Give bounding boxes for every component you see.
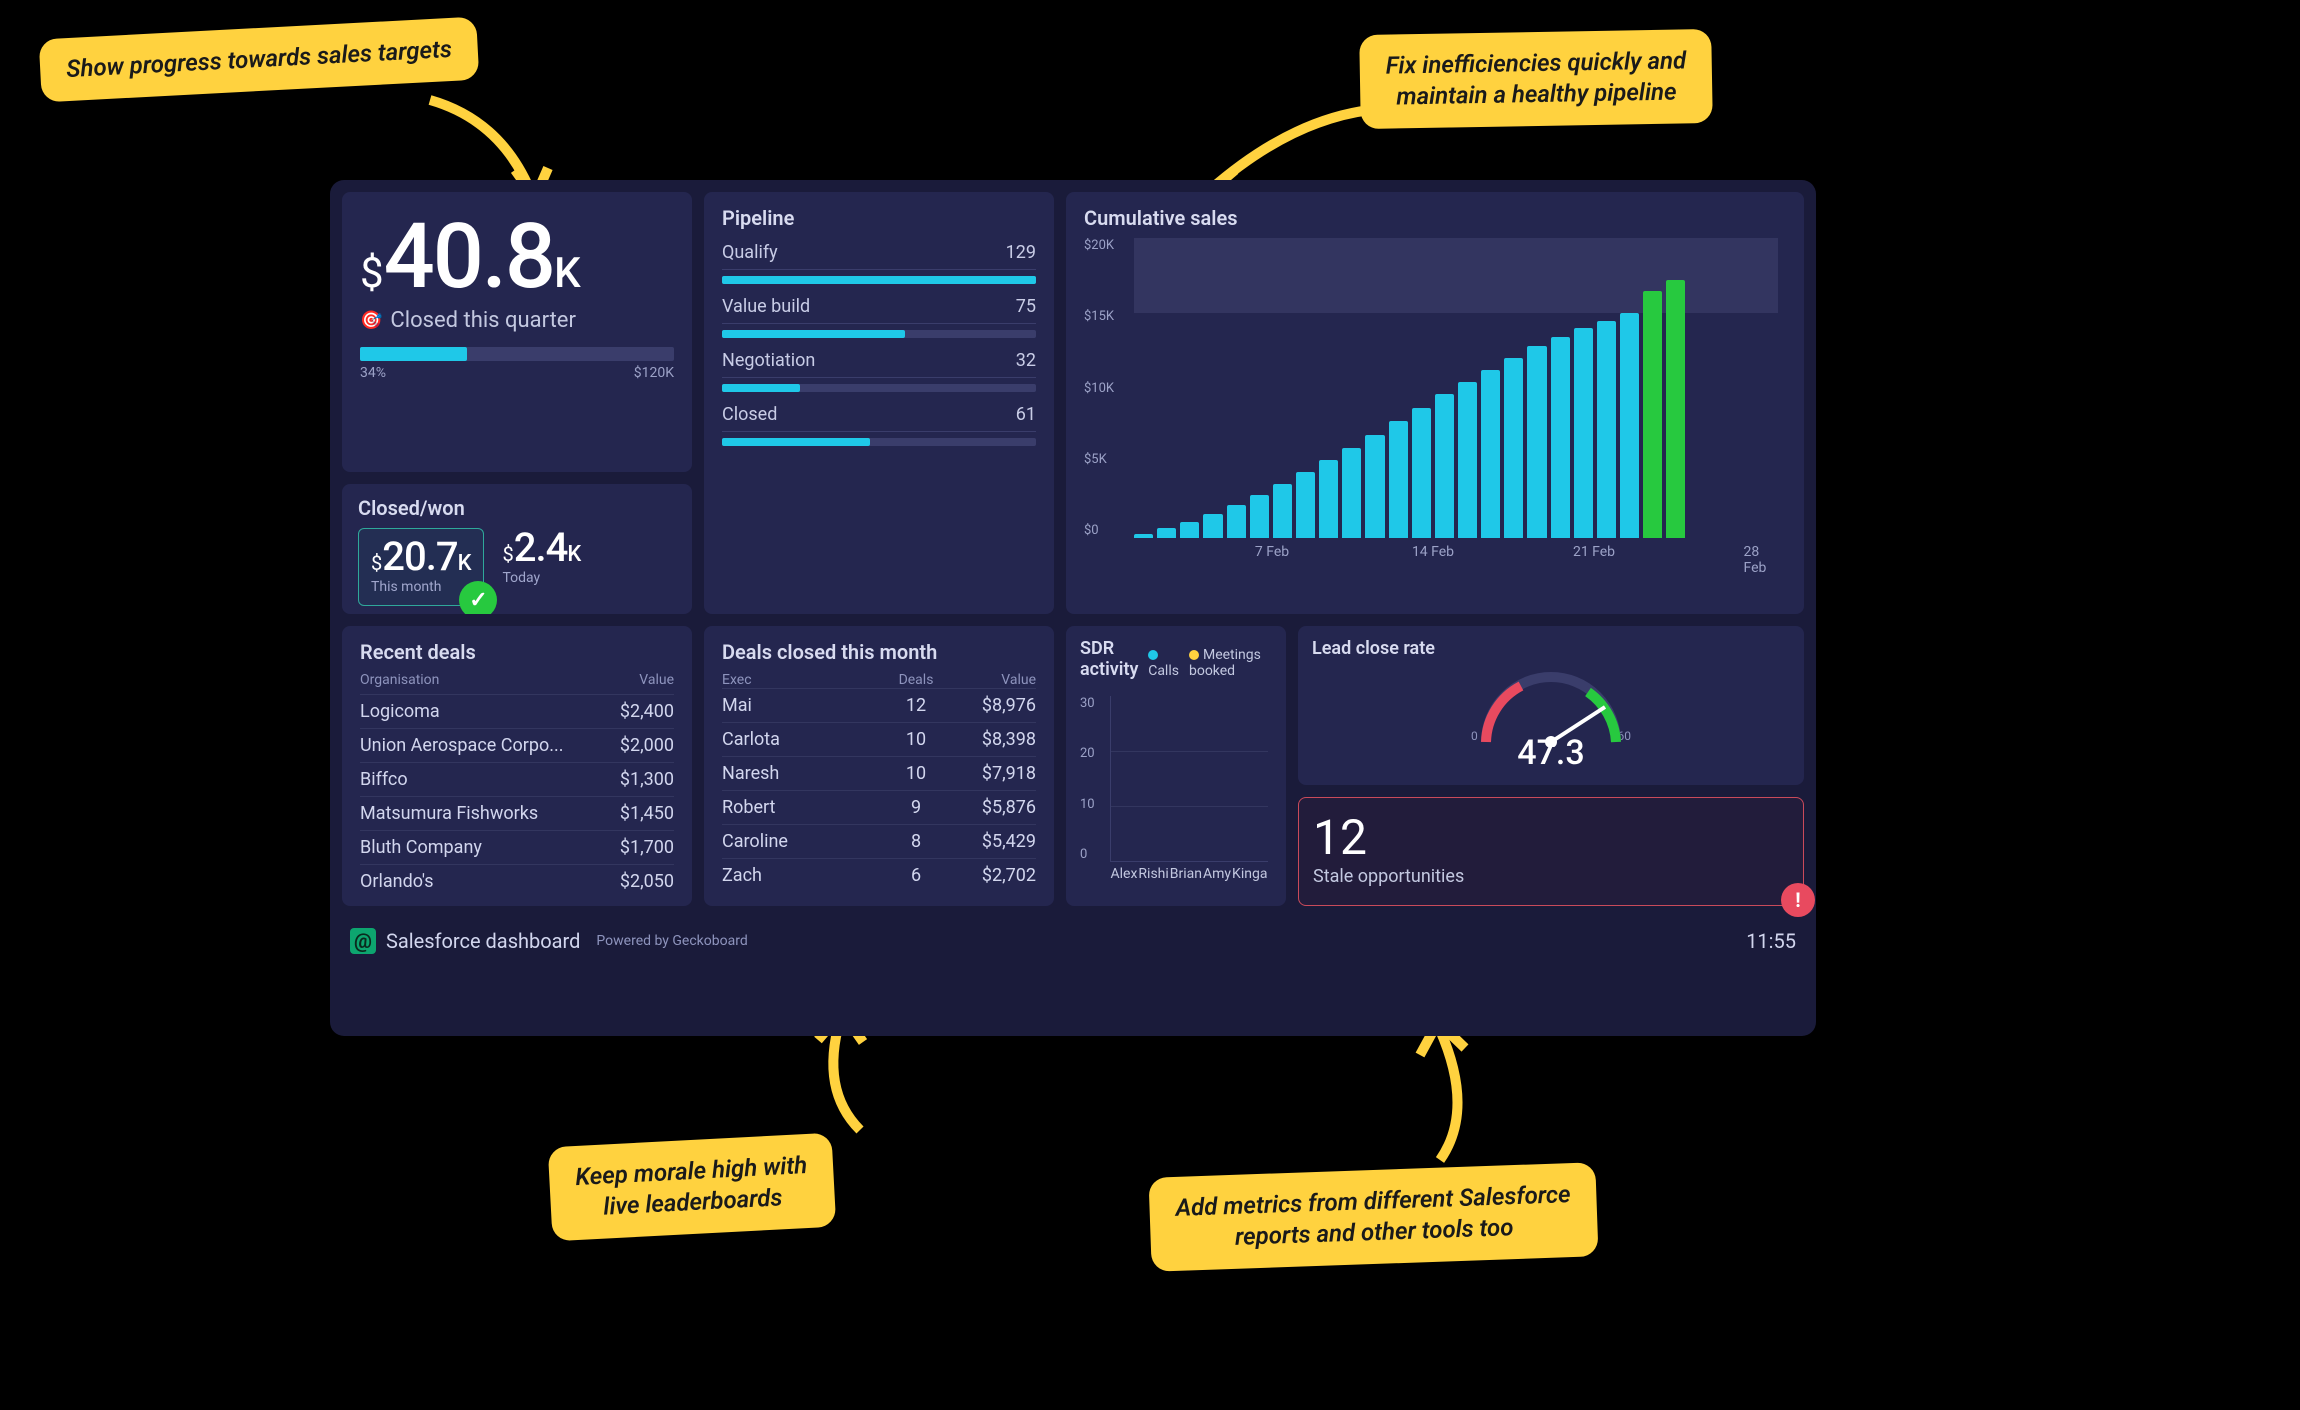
footer-title: Salesforce dashboard — [386, 929, 580, 953]
bar — [1435, 394, 1454, 538]
card-title: Deals closed this month — [722, 640, 1036, 664]
bar — [1319, 460, 1338, 538]
card-title: SDR activity — [1080, 638, 1148, 680]
pipeline-stage: Negotiation32 — [722, 350, 1036, 392]
geckoboard-logo-icon: @ — [350, 928, 376, 954]
bar — [1412, 408, 1431, 539]
table-row: Biffco$1,300 — [360, 762, 674, 796]
bar — [1180, 522, 1199, 539]
bar — [1504, 358, 1523, 538]
bar — [1203, 514, 1222, 538]
table-row: Carlota10$8,398 — [722, 722, 1036, 756]
bar — [1666, 280, 1685, 538]
table-row: Bluth Company$1,700 — [360, 830, 674, 864]
pipeline-stage: Value build75 — [722, 296, 1036, 338]
target-icon: 🎯 — [360, 310, 382, 331]
table-row: Matsumura Fishworks$1,450 — [360, 796, 674, 830]
card-title: Pipeline — [722, 206, 1036, 230]
table-row: Robert9$5,876 — [722, 790, 1036, 824]
bar — [1389, 421, 1408, 538]
table-row: Caroline8$5,429 — [722, 824, 1036, 858]
card-stale-opportunities: 12 Stale opportunities ! — [1298, 797, 1804, 906]
bar — [1157, 528, 1176, 539]
bar — [1227, 505, 1246, 538]
closed-won-month: $20.7K This month ✓ — [358, 528, 484, 606]
card-title: Recent deals — [360, 640, 674, 664]
dashboard-footer: @ Salesforce dashboard Powered by Geckob… — [342, 918, 1804, 964]
card-sdr-activity: SDR activity Calls Meetings booked 30201… — [1066, 626, 1286, 906]
dashboard: $ 40.8 K 🎯 Closed this quarter 34% $120K… — [330, 180, 1816, 1036]
callout-metrics: Add metrics from different Salesforce re… — [1148, 1162, 1598, 1272]
card-cumulative-sales: Cumulative sales $20K$15K$10K$5K$0 7 Feb… — [1066, 192, 1804, 614]
card-closed-won: Closed/won $20.7K This month ✓ $2.4K Tod… — [342, 484, 692, 614]
stale-value: 12 — [1313, 814, 1789, 862]
check-icon: ✓ — [459, 581, 497, 614]
bar — [1134, 534, 1153, 539]
bar — [1481, 370, 1500, 538]
table-row: Logicoma$2,400 — [360, 694, 674, 728]
progress-bar — [360, 347, 674, 361]
bar — [1458, 382, 1477, 538]
footer-time: 11:55 — [1746, 929, 1796, 953]
closed-won-today: $2.4K Today — [502, 528, 581, 586]
footer-subtitle: Powered by Geckoboard — [596, 933, 747, 949]
stale-label: Stale opportunities — [1313, 866, 1789, 887]
bar — [1643, 291, 1662, 539]
table-row: Union Aerospace Corpo...$2,000 — [360, 728, 674, 762]
card-deals-closed-month: Deals closed this month ExecDealsValue M… — [704, 626, 1054, 906]
closed-quarter-value: $ 40.8 K — [360, 212, 674, 302]
pipeline-stage: Closed61 — [722, 404, 1036, 446]
card-title: Cumulative sales — [1084, 206, 1786, 230]
progress-target: $120K — [634, 365, 674, 381]
gauge-chart — [1471, 667, 1631, 747]
callout-progress: Show progress towards sales targets — [39, 17, 480, 103]
bar — [1597, 321, 1616, 539]
card-title: Closed/won — [358, 496, 676, 520]
alert-icon: ! — [1781, 883, 1815, 917]
bar — [1574, 328, 1593, 538]
bar — [1365, 435, 1384, 539]
card-recent-deals: Recent deals OrganisationValue Logicoma$… — [342, 626, 692, 906]
callout-pipeline: Fix inefficiencies quickly and maintain … — [1359, 29, 1713, 130]
card-pipeline: Pipeline Qualify129 Value build75 Negoti… — [704, 192, 1054, 614]
pipeline-stage: Qualify129 — [722, 242, 1036, 284]
bar — [1551, 337, 1570, 538]
bar — [1273, 484, 1292, 538]
chart-legend: Calls Meetings booked — [1148, 647, 1272, 679]
table-row: Orlando's$2,050 — [360, 864, 674, 898]
bar — [1296, 472, 1315, 538]
table-row: Naresh10$7,918 — [722, 756, 1036, 790]
card-title: Lead close rate — [1312, 638, 1790, 659]
card-lead-close-rate: Lead close rate 060 47.3 — [1298, 626, 1804, 785]
progress-pct: 34% — [360, 365, 386, 381]
bar — [1620, 313, 1639, 538]
table-row: Mai12$8,976 — [722, 688, 1036, 722]
closed-quarter-label: Closed this quarter — [390, 308, 576, 333]
bar — [1250, 495, 1269, 539]
bar — [1527, 346, 1546, 538]
bar — [1342, 448, 1361, 538]
arrow-icon — [1380, 1010, 1500, 1184]
card-closed-this-quarter: $ 40.8 K 🎯 Closed this quarter 34% $120K — [342, 192, 692, 472]
table-row: Zach6$2,702 — [722, 858, 1036, 892]
